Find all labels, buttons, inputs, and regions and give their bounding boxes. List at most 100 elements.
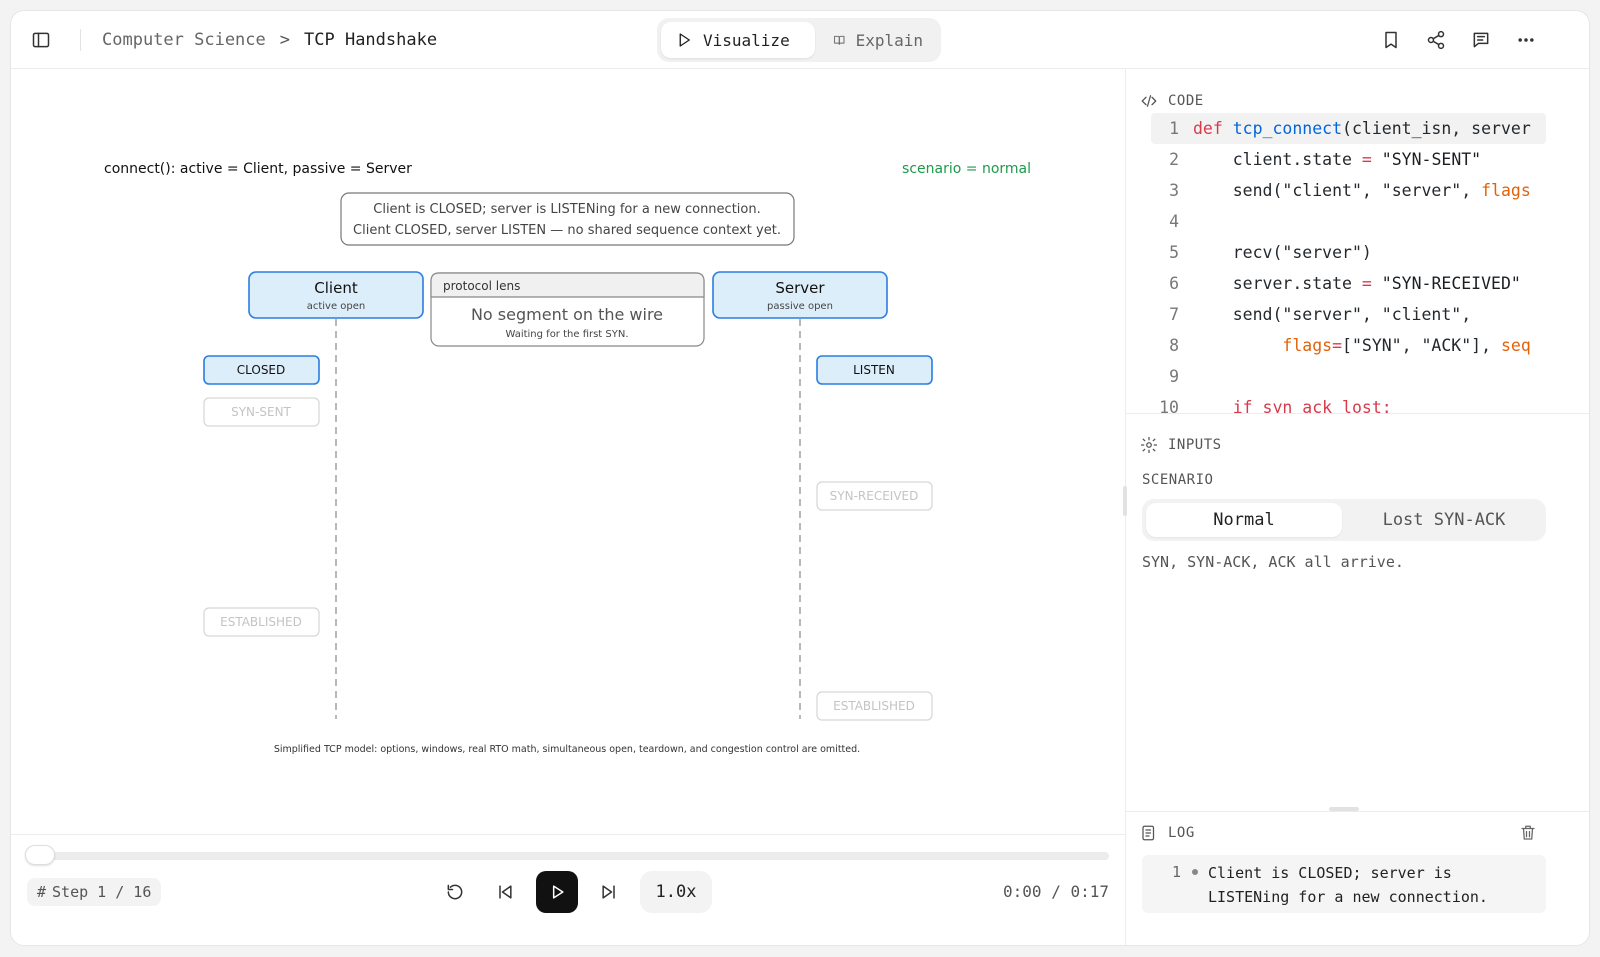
explain-tab-label: Explain	[855, 30, 923, 50]
inputs-title: INPUTS	[1168, 437, 1222, 453]
code-token: client.state	[1232, 150, 1352, 169]
code-token: =	[1332, 336, 1343, 355]
log-title: LOG	[1168, 825, 1195, 841]
time-display: 0:00 / 0:17	[1003, 882, 1109, 901]
log-entry-text: Client is CLOSED; server is LISTENing fo…	[1208, 864, 1488, 906]
code-token: seq	[1500, 336, 1531, 355]
log-entry-number: 1	[1172, 863, 1182, 881]
code-token: send("server", "client",	[1232, 305, 1472, 324]
scenario-label: SCENARIO	[1142, 472, 1214, 488]
code-line: 8 flags = ["SYN", "ACK"], seq	[1151, 330, 1546, 361]
code-token: =	[1361, 150, 1372, 169]
code-token: server.state	[1232, 274, 1352, 293]
visualize-tab[interactable]: Visualize	[661, 22, 815, 58]
line-number: 6	[1169, 274, 1179, 293]
explain-tab[interactable]: Explain	[819, 22, 937, 58]
code-section-header: CODE	[1140, 92, 1204, 110]
code-token: (client_isn, server	[1342, 119, 1531, 138]
step-back-button[interactable]	[487, 874, 523, 910]
step-forward-button[interactable]	[591, 874, 627, 910]
comment-icon	[1473, 32, 1489, 48]
line-number: 7	[1169, 305, 1179, 324]
code-line: 10 if syn_ack_lost:	[1151, 392, 1546, 413]
code-token: tcp_connect	[1232, 119, 1343, 138]
bookmark-button[interactable]	[1376, 25, 1406, 55]
code-line: 9	[1151, 361, 1546, 392]
server-title: Server	[775, 279, 825, 297]
code-token: =	[1361, 274, 1372, 293]
inputs-log-divider	[1126, 811, 1589, 812]
hash-icon: #	[37, 883, 47, 901]
server-state-syn-received-label: SYN-RECEIVED	[830, 489, 919, 503]
handshake-diagram: connect(): active = Client, passive = Se…	[104, 161, 1031, 755]
code-line: 5 recv("server")	[1151, 237, 1546, 268]
step-indicator: # Step 1 / 16	[27, 878, 162, 906]
code-line: 6 server.state = "SYN-RECEIVED"	[1151, 268, 1546, 299]
gear-icon	[1140, 436, 1158, 454]
code-token: if syn_ack_lost:	[1232, 398, 1392, 413]
comments-button[interactable]	[1466, 25, 1496, 55]
code-viewer[interactable]: 1 def tcp_connect (client_isn, server 2 cl…	[1151, 113, 1546, 413]
top-bar: Computer Science > TCP Handshake Visuali…	[11, 11, 1589, 69]
code-line: 3 send("client", "server", flags	[1151, 175, 1546, 206]
sidebar-toggle-button[interactable]	[26, 25, 56, 55]
code-token: recv("server")	[1232, 243, 1372, 262]
breadcrumb-parent[interactable]: Computer Science	[102, 30, 266, 50]
breadcrumb-current: TCP Handshake	[304, 30, 438, 50]
code-token: def	[1193, 119, 1223, 138]
code-token: "SYN-RECEIVED"	[1381, 274, 1521, 293]
code-line: 1 def tcp_connect (client_isn, server	[1151, 113, 1546, 144]
restart-icon	[447, 884, 463, 900]
line-number: 2	[1169, 150, 1179, 169]
scenario-option-lost-syn-ack[interactable]: Lost SYN-ACK	[1346, 503, 1542, 537]
client-state-syn-sent-label: SYN-SENT	[231, 405, 291, 419]
code-token: flags	[1481, 181, 1531, 200]
sidebar-icon	[32, 32, 50, 48]
more-button[interactable]	[1511, 25, 1541, 55]
trash-icon	[1521, 825, 1535, 840]
code-line: 2 client.state = "SYN-SENT"	[1151, 144, 1546, 175]
visualization-canvas: connect(): active = Client, passive = Se…	[11, 69, 1125, 839]
client-subtitle: active open	[307, 301, 366, 312]
side-panel: CODE 1 def tcp_connect (client_isn, server…	[1126, 69, 1589, 945]
line-number: 10	[1159, 398, 1179, 413]
scenario-selector: Normal Lost SYN-ACK	[1142, 499, 1546, 541]
step-text: Step 1 / 16	[52, 883, 152, 901]
code-token: ["SYN", "ACK"],	[1342, 336, 1501, 355]
mode-toggle: Visualize Explain	[657, 18, 941, 62]
scenario-description: SYN, SYN-ACK, ACK all arrive.	[1142, 553, 1404, 571]
share-button[interactable]	[1421, 25, 1451, 55]
protocol-lens-label: protocol lens	[443, 279, 520, 293]
book-icon	[834, 35, 845, 45]
log-entry-dot	[1192, 869, 1198, 875]
log-list: 1 Client is CLOSED; server is LISTENing …	[1142, 855, 1546, 913]
connect-label: connect(): active = Client, passive = Se…	[104, 161, 412, 177]
play-icon	[552, 885, 564, 899]
more-horizontal-icon	[1518, 38, 1534, 42]
log-icon	[1142, 825, 1155, 841]
line-number: 4	[1169, 212, 1179, 231]
code-line: 7 send("server", "client",	[1151, 299, 1546, 330]
play-icon	[679, 33, 690, 47]
line-number: 1	[1169, 119, 1179, 138]
play-button[interactable]	[536, 871, 578, 913]
visualize-tab-label: Visualize	[703, 30, 790, 50]
info-line-1: Client is CLOSED; server is LISTENing fo…	[373, 202, 760, 217]
speed-selector[interactable]: 1.0x	[640, 871, 712, 913]
app-window: Computer Science > TCP Handshake Visuali…	[10, 10, 1590, 946]
breadcrumb: Computer Science > TCP Handshake	[102, 30, 437, 50]
timeline-track[interactable]	[27, 852, 1109, 860]
code-inputs-divider	[1126, 413, 1589, 414]
line-number: 9	[1169, 367, 1179, 386]
clear-log-button[interactable]	[1516, 821, 1540, 845]
server-subtitle: passive open	[767, 301, 833, 312]
timeline-scrubber[interactable]	[25, 845, 55, 865]
code-icon	[1141, 95, 1157, 107]
scenario-option-normal[interactable]: Normal	[1146, 503, 1342, 537]
code-token: send("client", "server",	[1232, 181, 1482, 200]
code-line: 4	[1151, 206, 1546, 237]
restart-button[interactable]	[437, 874, 473, 910]
code-token: "SYN-SENT"	[1381, 150, 1482, 169]
bookmark-icon	[1385, 31, 1397, 49]
client-state-closed-label: CLOSED	[237, 363, 286, 377]
